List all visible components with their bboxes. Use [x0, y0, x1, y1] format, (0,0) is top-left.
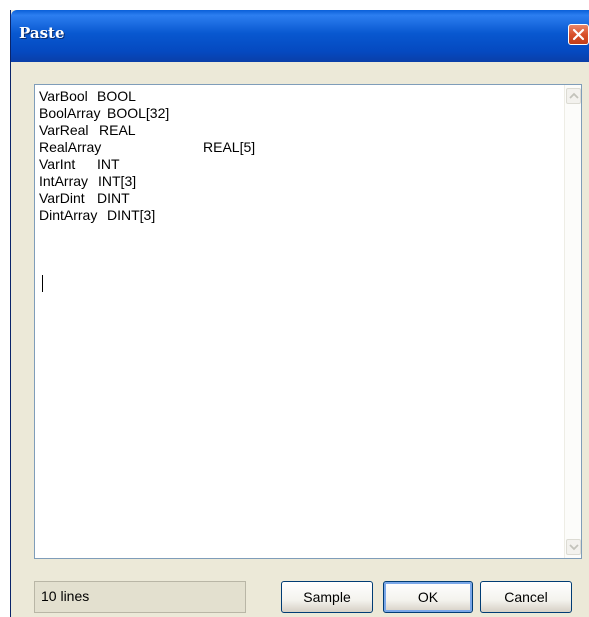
- var-type: INT[3]: [98, 173, 137, 189]
- var-name: BoolArray: [39, 105, 101, 121]
- scroll-up-button[interactable]: [566, 88, 581, 104]
- close-button[interactable]: [568, 24, 589, 45]
- line-count-status: 10 lines: [34, 581, 246, 613]
- text-line: RealArray REAL[5]: [39, 139, 255, 156]
- text-line: VarBool BOOL: [39, 88, 136, 105]
- var-type: DINT[3]: [107, 207, 156, 223]
- var-type: DINT: [97, 190, 130, 206]
- text-line: IntArray INT[3]: [39, 173, 136, 190]
- var-name: IntArray: [39, 173, 89, 189]
- text-caret: [42, 275, 43, 292]
- var-name: VarDint: [39, 190, 85, 206]
- dialog-title: Paste: [19, 24, 65, 42]
- var-type: BOOL: [97, 88, 136, 104]
- vertical-scrollbar[interactable]: [564, 85, 581, 558]
- chevron-up-icon: [569, 92, 579, 99]
- var-type: INT: [97, 156, 120, 172]
- text-content: VarBool BOOL BoolArray BOOL[32] VarReal REA…: [39, 88, 255, 224]
- var-type: REAL[5]: [203, 139, 256, 155]
- text-line: BoolArray BOOL[32]: [39, 105, 169, 122]
- paste-dialog: Paste VarBool BOOL BoolArray BOOL[32] VarR…: [10, 10, 589, 617]
- var-name: RealArray: [39, 139, 102, 155]
- chevron-down-icon: [569, 544, 579, 551]
- ok-button[interactable]: OK: [383, 581, 473, 613]
- scroll-down-button[interactable]: [566, 539, 581, 555]
- var-name: VarBool: [39, 88, 88, 104]
- sample-button[interactable]: Sample: [281, 581, 373, 613]
- title-bar[interactable]: Paste: [11, 10, 589, 62]
- text-line: VarReal REAL: [39, 122, 136, 139]
- var-type: BOOL[32]: [107, 105, 170, 121]
- var-name: VarInt: [39, 156, 76, 172]
- close-icon: [572, 28, 585, 41]
- var-name: VarReal: [39, 122, 89, 138]
- text-line: DintArray DINT[3]: [39, 207, 155, 224]
- text-line: VarDint DINT: [39, 190, 130, 207]
- text-line: VarInt INT: [39, 156, 120, 173]
- paste-text-area[interactable]: VarBool BOOL BoolArray BOOL[32] VarReal REA…: [34, 84, 582, 559]
- dialog-body: VarBool BOOL BoolArray BOOL[32] VarReal REA…: [11, 62, 589, 617]
- var-type: REAL: [99, 122, 136, 138]
- cancel-button[interactable]: Cancel: [480, 581, 572, 613]
- var-name: DintArray: [39, 207, 98, 223]
